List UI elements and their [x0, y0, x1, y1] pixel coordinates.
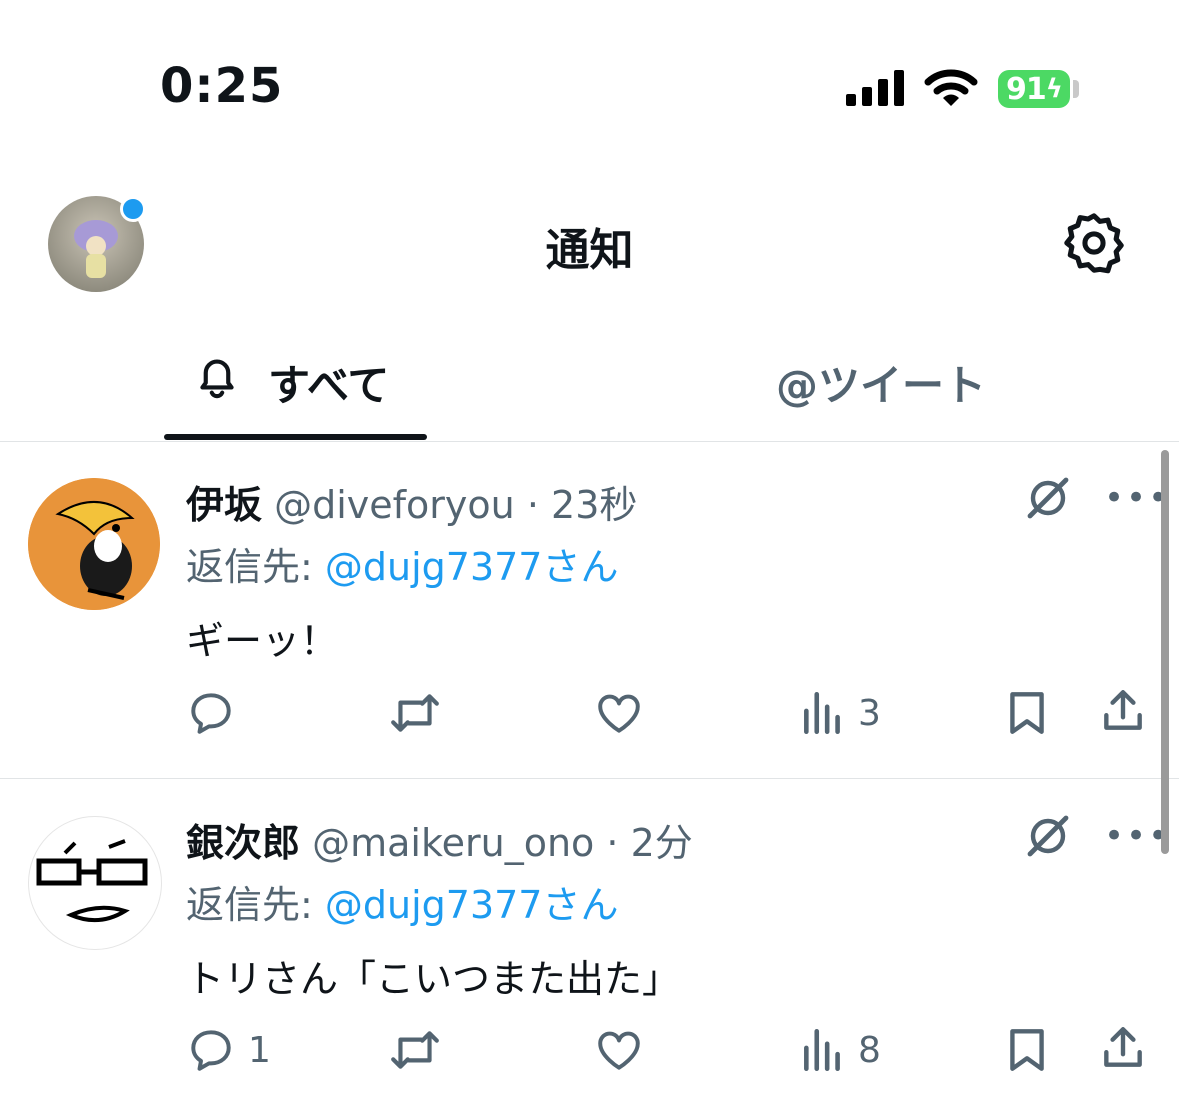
avatar[interactable]	[28, 478, 160, 610]
reply-icon	[191, 1030, 231, 1071]
author-name[interactable]: 銀次郎	[186, 821, 300, 865]
bookmark-icon[interactable]	[1004, 688, 1050, 738]
views-count: 8	[858, 1029, 881, 1071]
like-icon[interactable]	[594, 688, 644, 738]
battery-indicator: 91 ϟ	[998, 70, 1070, 108]
author-handle[interactable]: @diveforyou	[274, 483, 515, 527]
bell-icon	[200, 359, 234, 399]
views-chart-icon	[804, 691, 840, 735]
share-icon[interactable]	[1098, 1023, 1148, 1073]
tweet-text: ギーッ！	[186, 619, 339, 663]
glasses-face-avatar-image	[36, 839, 148, 923]
tweet-divider	[0, 778, 1179, 779]
reply-to-link[interactable]: @dujg7377さん	[325, 545, 619, 589]
scrollbar[interactable]	[1161, 450, 1169, 854]
author-name[interactable]: 伊坂	[186, 483, 262, 527]
like-icon[interactable]	[594, 1025, 644, 1075]
reply-to-link[interactable]: @dujg7377さん	[325, 883, 619, 927]
grok-icon[interactable]	[1024, 812, 1072, 860]
reply-prefix: 返信先:	[186, 545, 325, 589]
grok-icon[interactable]	[1024, 474, 1072, 522]
reply-context: 返信先: @dujg7377さん	[186, 874, 618, 929]
author-handle[interactable]: @maikeru_ono	[312, 821, 594, 865]
reply-prefix: 返信先:	[186, 883, 325, 927]
separator-dot: ·	[606, 821, 619, 865]
separator-dot: ·	[526, 483, 539, 527]
tweet-text: トリさん「こいつまた出た」	[186, 957, 681, 1001]
avatar[interactable]	[28, 816, 162, 950]
battery-level: 91	[1006, 71, 1047, 107]
retweet-icon[interactable]	[388, 688, 442, 738]
reply-button[interactable]	[186, 688, 248, 738]
tab-active-indicator	[164, 434, 427, 440]
charging-bolt-icon: ϟ	[1045, 74, 1063, 104]
retweet-icon[interactable]	[388, 1025, 442, 1075]
settings-gear-icon[interactable]	[1062, 211, 1126, 275]
reply-button[interactable]: 1	[186, 1025, 271, 1075]
tweet-header: 伊坂 @diveforyou · 23秒	[186, 474, 637, 529]
views-button[interactable]: 8	[800, 1025, 881, 1075]
cellular-signal-icon	[846, 70, 904, 106]
views-count: 3	[858, 692, 881, 734]
tweet-header: 銀次郎 @maikeru_ono · 2分	[186, 812, 693, 867]
bookmark-icon[interactable]	[1004, 1025, 1050, 1075]
tab-all[interactable]: すべて	[164, 340, 426, 440]
status-time: 0:25	[160, 58, 284, 114]
tweet-time[interactable]: 2分	[631, 821, 693, 865]
views-chart-icon	[804, 1028, 840, 1072]
reply-context: 返信先: @dujg7377さん	[186, 536, 618, 591]
page-title: 通知	[545, 225, 634, 276]
views-button[interactable]: 3	[800, 688, 881, 738]
tweet-time[interactable]: 23秒	[551, 483, 637, 527]
tab-all-label: すべて	[268, 361, 390, 410]
wifi-icon	[924, 69, 978, 106]
reply-count: 1	[248, 1029, 271, 1071]
tabs-divider	[0, 441, 1179, 442]
toucan-avatar-image	[28, 478, 160, 610]
battery-cap	[1073, 80, 1079, 98]
share-icon[interactable]	[1098, 686, 1148, 736]
reply-icon	[191, 693, 231, 734]
tab-mentions[interactable]: @ツイート	[776, 352, 986, 413]
